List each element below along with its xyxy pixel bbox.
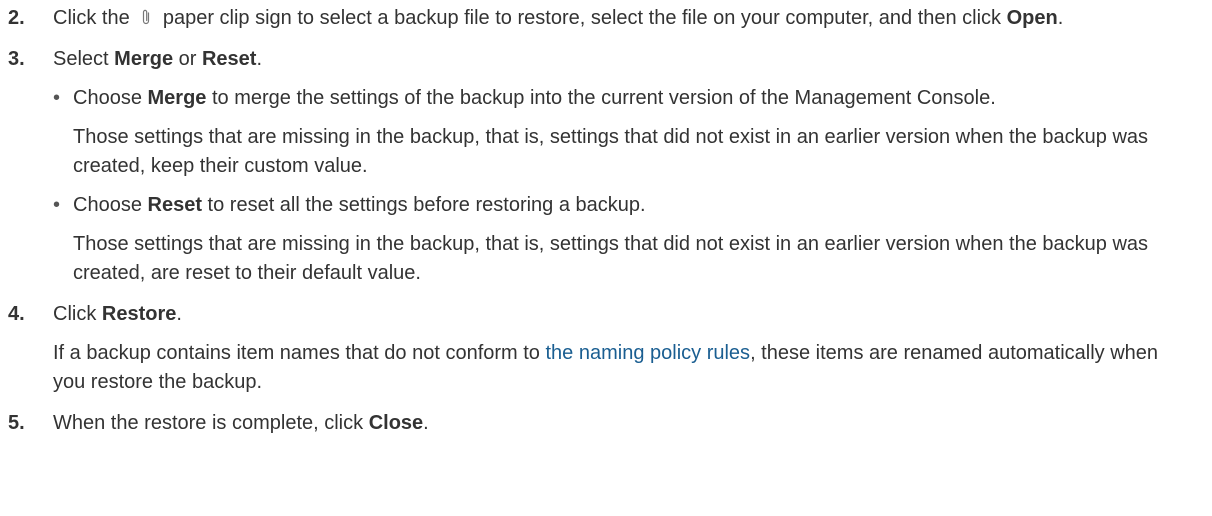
option-text: Choose Merge to merge the settings of th… bbox=[73, 87, 996, 109]
instructions-document: 2. Click the paper clip sign to select a… bbox=[0, 0, 1212, 438]
step-number: 3. bbox=[8, 48, 25, 70]
merge-label: Merge bbox=[147, 87, 207, 109]
merge-label: Merge bbox=[114, 48, 174, 70]
restore-label: Restore bbox=[101, 303, 177, 325]
option-note: Those settings that are missing in the b… bbox=[73, 233, 1149, 284]
step-note: If a backup contains item names that do … bbox=[53, 342, 1159, 393]
bullet-icon: • bbox=[53, 194, 61, 216]
reset-label: Reset bbox=[201, 48, 257, 70]
step-text: Click Restore. bbox=[53, 303, 182, 325]
step-number: 2. bbox=[8, 7, 25, 29]
step-number: 5. bbox=[8, 412, 25, 434]
option-text: Choose Reset to reset all the settings b… bbox=[73, 194, 646, 216]
step-2: 2. Click the paper clip sign to select a… bbox=[8, 4, 1192, 33]
option-merge: • Choose Merge to merge the settings of … bbox=[53, 84, 1192, 181]
reset-label: Reset bbox=[147, 194, 202, 216]
option-reset: • Choose Reset to reset all the settings… bbox=[53, 191, 1192, 288]
step-5: 5. When the restore is complete, click C… bbox=[8, 409, 1192, 438]
bullet-icon: • bbox=[53, 87, 61, 109]
step-number: 4. bbox=[8, 303, 25, 325]
step-text: Click the paper clip sign to select a ba… bbox=[53, 7, 1064, 29]
option-note: Those settings that are missing in the b… bbox=[73, 126, 1149, 177]
step-4: 4. Click Restore. If a backup contains i… bbox=[8, 300, 1192, 397]
step-text: When the restore is complete, click Clos… bbox=[53, 412, 429, 434]
step-text: Select Merge or Reset. bbox=[53, 48, 263, 70]
paperclip-icon bbox=[137, 7, 155, 27]
close-label: Close bbox=[368, 412, 424, 434]
naming-policy-link[interactable]: the naming policy rules bbox=[546, 342, 751, 364]
open-label: Open bbox=[1006, 7, 1058, 29]
step-3: 3. Select Merge or Reset. • Choose Merge… bbox=[8, 45, 1192, 288]
